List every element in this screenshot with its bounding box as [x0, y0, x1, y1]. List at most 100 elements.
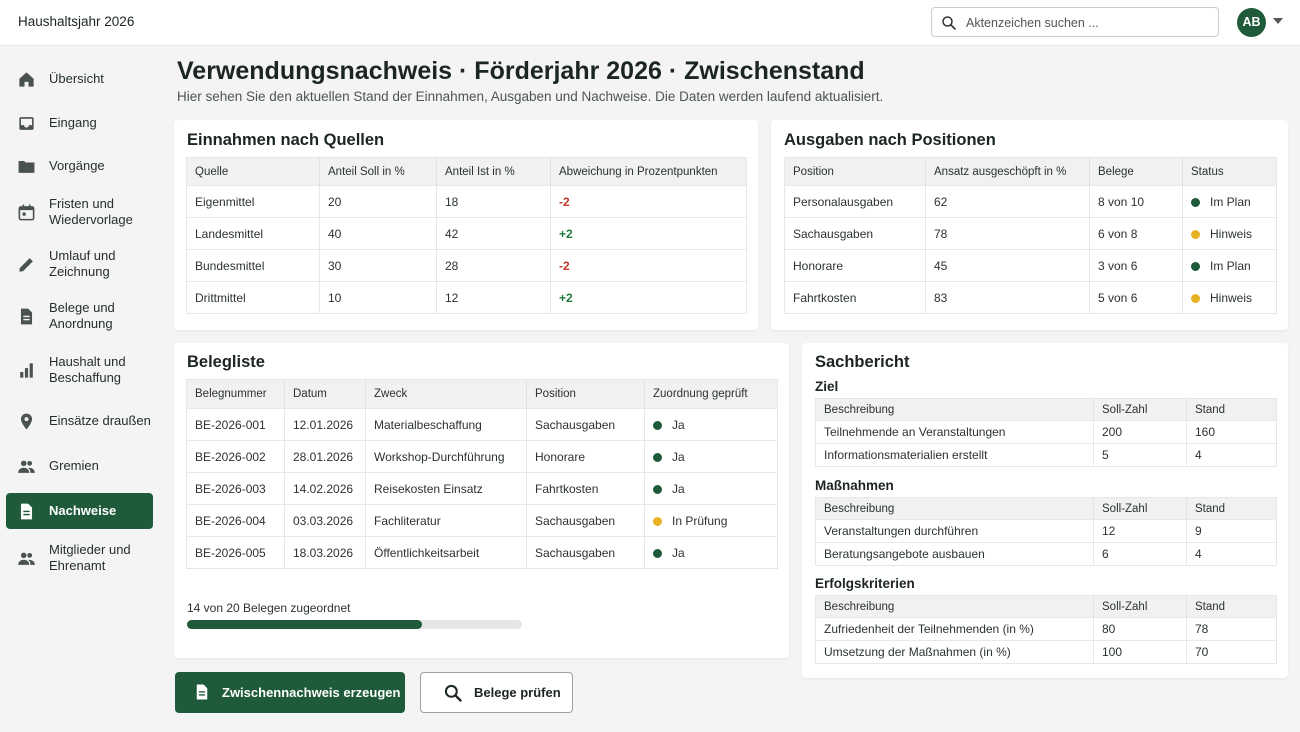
cell-ist: 18	[436, 185, 551, 218]
cell-geprueft: In Prüfung	[644, 504, 778, 537]
cell-ansatz: 83	[925, 281, 1090, 314]
create-interim-report-button[interactable]: Zwischennachweis erzeugen	[175, 672, 405, 713]
status-warning-icon	[1191, 293, 1200, 303]
cell-status: Hinweis	[1182, 281, 1277, 314]
status-label: Ja	[672, 481, 685, 496]
table-row[interactable]: BE-2026-004 03.03.2026 Fachliteratur Sac…	[186, 504, 778, 537]
sidebar-item-vorgaenge[interactable]: Vorgänge	[6, 148, 153, 184]
people-icon	[18, 552, 35, 565]
search-icon	[942, 16, 956, 30]
calendar-icon	[18, 204, 35, 220]
table-row: Informationsmaterialien erstellt 5 4	[815, 443, 1277, 467]
cell-beschreibung: Beratungsangebote ausbauen	[815, 542, 1094, 566]
cell-belegnummer: BE-2026-003	[186, 472, 285, 505]
pencil-icon	[19, 257, 33, 272]
cell-position: Sachausgaben	[526, 408, 645, 441]
cell-status: Hinweis	[1182, 217, 1277, 250]
cell-beschreibung: Veranstaltungen durchführen	[815, 519, 1094, 543]
status-ok-icon	[653, 452, 662, 462]
cell-soll: 30	[319, 249, 437, 282]
cell-soll: 80	[1093, 617, 1187, 641]
avatar[interactable]: AB	[1237, 8, 1266, 37]
status-warning-icon	[653, 516, 662, 526]
status-ok-icon	[653, 420, 662, 430]
table-row: Zufriedenheit der Teilnehmenden (in %) 8…	[815, 617, 1277, 641]
sidebar-item-nachweise[interactable]: Nachweise	[6, 493, 153, 529]
sidebar-item-label: Mitglieder und Ehrenamt	[49, 542, 131, 573]
sidebar-item-belege[interactable]: Belege und Anordnung	[6, 298, 153, 334]
table-row[interactable]: BE-2026-002 28.01.2026 Workshop-Durchfüh…	[186, 440, 778, 473]
cell-soll: 20	[319, 185, 437, 218]
bar-chart-icon	[20, 362, 33, 378]
sidebar-item-gremien[interactable]: Gremien	[6, 448, 153, 484]
column-header: Zweck	[365, 379, 527, 409]
status-ok-icon	[653, 548, 662, 558]
cell-belege: 3 von 6	[1089, 249, 1183, 282]
sidebar-item-umlauf[interactable]: Umlauf und Zeichnung	[6, 246, 153, 282]
erfolgskriterien-table: Beschreibung Soll-Zahl Stand Zufriedenhe…	[815, 595, 1277, 664]
status-ok-icon	[1191, 197, 1200, 207]
sidebar-item-eingang[interactable]: Eingang	[6, 105, 153, 141]
document-icon	[20, 503, 33, 519]
section-title-ziel: Ziel	[815, 379, 839, 394]
sidebar-item-uebersicht[interactable]: Übersicht	[6, 61, 153, 97]
column-header: Datum	[284, 379, 366, 409]
cell-zweck: Reisekosten Einsatz	[365, 472, 527, 505]
sidebar-item-label: Übersicht	[49, 71, 104, 86]
table-row: Landesmittel 40 42 +2	[186, 217, 747, 250]
cell-datum: 03.03.2026	[284, 504, 366, 537]
sidebar-item-einsaetze[interactable]: Einsätze draußen	[6, 403, 153, 439]
status-label: Ja	[672, 545, 685, 560]
search-box[interactable]	[931, 7, 1219, 37]
cell-beschreibung: Zufriedenheit der Teilnehmenden (in %)	[815, 617, 1094, 641]
cell-position: Fahrtkosten	[784, 281, 926, 314]
check-receipts-button[interactable]: Belege prüfen	[420, 672, 573, 713]
cell-stand: 70	[1186, 640, 1277, 664]
table-row[interactable]: BE-2026-005 18.03.2026 Öffentlichkeitsar…	[186, 536, 778, 569]
location-pin-icon	[20, 413, 33, 429]
table-row: Personalausgaben 62 8 von 10 Im Plan	[784, 185, 1277, 218]
ziel-table: Beschreibung Soll-Zahl Stand Teilnehmend…	[815, 398, 1277, 467]
column-header: Soll-Zahl	[1093, 497, 1187, 520]
status-label: Ja	[672, 449, 685, 464]
cell-belegnummer: BE-2026-002	[186, 440, 285, 473]
cell-ist: 12	[436, 281, 551, 314]
cell-ist: 28	[436, 249, 551, 282]
table-row: Teilnehmende an Veranstaltungen 200 160	[815, 420, 1277, 444]
cell-quelle: Landesmittel	[186, 217, 320, 250]
status-label: In Prüfung	[672, 513, 728, 528]
column-header: Beschreibung	[815, 595, 1094, 618]
sidebar-item-label: Umlauf und Zeichnung	[49, 248, 116, 279]
cell-soll: 10	[319, 281, 437, 314]
sidebar-item-haushalt[interactable]: Haushalt und Beschaffung	[6, 352, 153, 388]
home-icon	[19, 71, 34, 87]
cell-abweichung: +2	[550, 217, 747, 250]
chevron-down-icon[interactable]	[1273, 18, 1283, 24]
cell-abweichung: +2	[550, 281, 747, 314]
cell-stand: 4	[1186, 542, 1277, 566]
sidebar-item-label: Eingang	[49, 115, 97, 130]
status-label: Ja	[672, 417, 685, 432]
table-row[interactable]: BE-2026-003 14.02.2026 Reisekosten Einsa…	[186, 472, 778, 505]
table-row[interactable]: BE-2026-001 12.01.2026 Materialbeschaffu…	[186, 408, 778, 441]
cell-beschreibung: Umsetzung der Maßnahmen (in %)	[815, 640, 1094, 664]
column-header: Soll-Zahl	[1093, 398, 1187, 421]
search-input[interactable]	[966, 13, 1206, 33]
status-ok-icon	[653, 484, 662, 494]
sachbericht-title: Sachbericht	[815, 353, 910, 371]
sidebar-item-fristen[interactable]: Fristen und Wiedervorlage	[6, 194, 153, 230]
cell-position: Sachausgaben	[784, 217, 926, 250]
sidebar-item-mitglieder[interactable]: Mitglieder und Ehrenamt	[6, 540, 153, 576]
progress-bar	[187, 620, 522, 629]
status-label: Im Plan	[1210, 194, 1251, 209]
status-ok-icon	[1191, 261, 1200, 271]
table-row: Umsetzung der Maßnahmen (in %) 100 70	[815, 640, 1277, 664]
table-row: Drittmittel 10 12 +2	[186, 281, 747, 314]
column-header: Position	[784, 157, 926, 186]
sidebar-item-label: Vorgänge	[49, 158, 105, 173]
cell-geprueft: Ja	[644, 440, 778, 473]
cell-belege: 8 von 10	[1089, 185, 1183, 218]
search-icon	[444, 684, 462, 702]
table-row: Honorare 45 3 von 6 Im Plan	[784, 249, 1277, 282]
sidebar-item-label: Haushalt und Beschaffung	[49, 354, 126, 385]
